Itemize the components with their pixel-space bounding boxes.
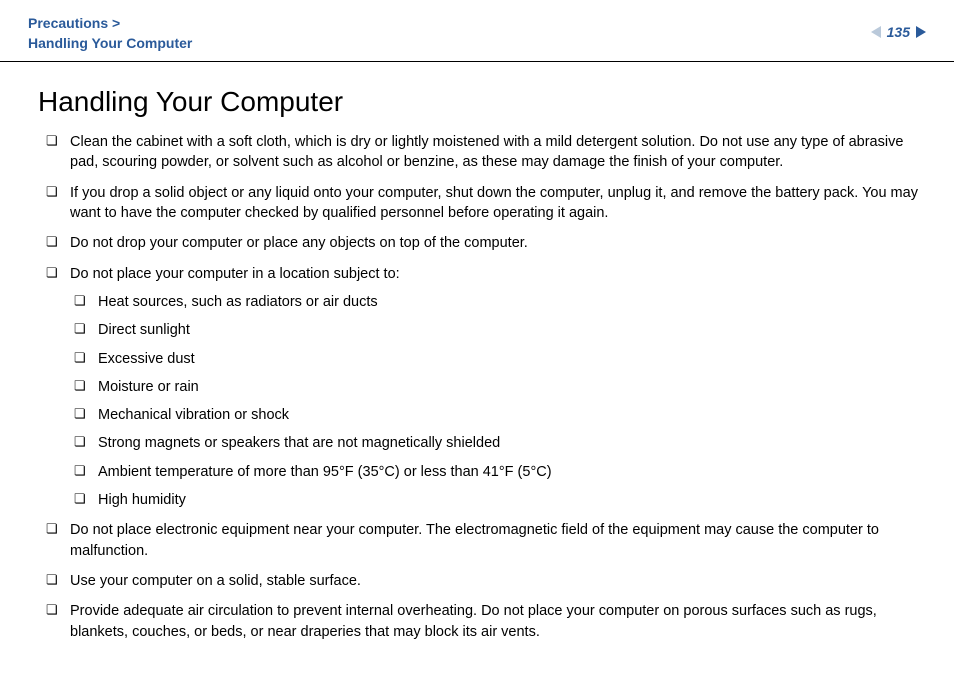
page-content: Handling Your Computer Clean the cabinet…	[0, 62, 954, 642]
list-item: If you drop a solid object or any liquid…	[46, 183, 926, 224]
page-nav: 135	[871, 24, 926, 40]
list-item: Clean the cabinet with a soft cloth, whi…	[46, 132, 926, 173]
list-item: Direct sunlight	[74, 320, 926, 340]
list-item: Excessive dust	[74, 349, 926, 369]
list-item-text: Strong magnets or speakers that are not …	[98, 435, 500, 451]
sub-bullet-list: Heat sources, such as radiators or air d…	[70, 292, 926, 510]
list-item-text: Mechanical vibration or shock	[98, 407, 289, 423]
list-item-text: Ambient temperature of more than 95°F (3…	[98, 464, 552, 480]
list-item: Do not drop your computer or place any o…	[46, 233, 926, 253]
list-item: Moisture or rain	[74, 377, 926, 397]
breadcrumb-top: Precautions >	[28, 15, 120, 31]
list-item-text: Do not place electronic equipment near y…	[70, 522, 879, 558]
list-item-text: Use your computer on a solid, stable sur…	[70, 573, 361, 589]
main-bullet-list: Clean the cabinet with a soft cloth, whi…	[38, 132, 926, 642]
breadcrumb: Precautions > Handling Your Computer	[28, 14, 192, 53]
list-item-text: Direct sunlight	[98, 322, 190, 338]
next-page-icon[interactable]	[916, 26, 926, 38]
list-item-text: High humidity	[98, 492, 186, 508]
list-item-text: Clean the cabinet with a soft cloth, whi…	[70, 134, 903, 170]
list-item: Do not place electronic equipment near y…	[46, 520, 926, 561]
breadcrumb-bottom: Handling Your Computer	[28, 34, 192, 54]
list-item-text: If you drop a solid object or any liquid…	[70, 185, 918, 221]
list-item: Use your computer on a solid, stable sur…	[46, 571, 926, 591]
list-item: Heat sources, such as radiators or air d…	[74, 292, 926, 312]
page-number: 135	[887, 24, 910, 40]
prev-page-icon[interactable]	[871, 26, 881, 38]
page-title: Handling Your Computer	[38, 86, 926, 118]
list-item: High humidity	[74, 490, 926, 510]
list-item-text: Provide adequate air circulation to prev…	[70, 603, 877, 639]
list-item-text: Do not drop your computer or place any o…	[70, 235, 528, 251]
list-item-text: Heat sources, such as radiators or air d…	[98, 294, 378, 310]
list-item: Strong magnets or speakers that are not …	[74, 433, 926, 453]
list-item-text: Excessive dust	[98, 351, 195, 367]
list-item-text: Moisture or rain	[98, 379, 199, 395]
list-item-text: Do not place your computer in a location…	[70, 266, 400, 282]
list-item: Mechanical vibration or shock	[74, 405, 926, 425]
page-header: Precautions > Handling Your Computer 135	[0, 0, 954, 62]
list-item: Provide adequate air circulation to prev…	[46, 601, 926, 642]
list-item: Do not place your computer in a location…	[46, 264, 926, 511]
list-item: Ambient temperature of more than 95°F (3…	[74, 462, 926, 482]
